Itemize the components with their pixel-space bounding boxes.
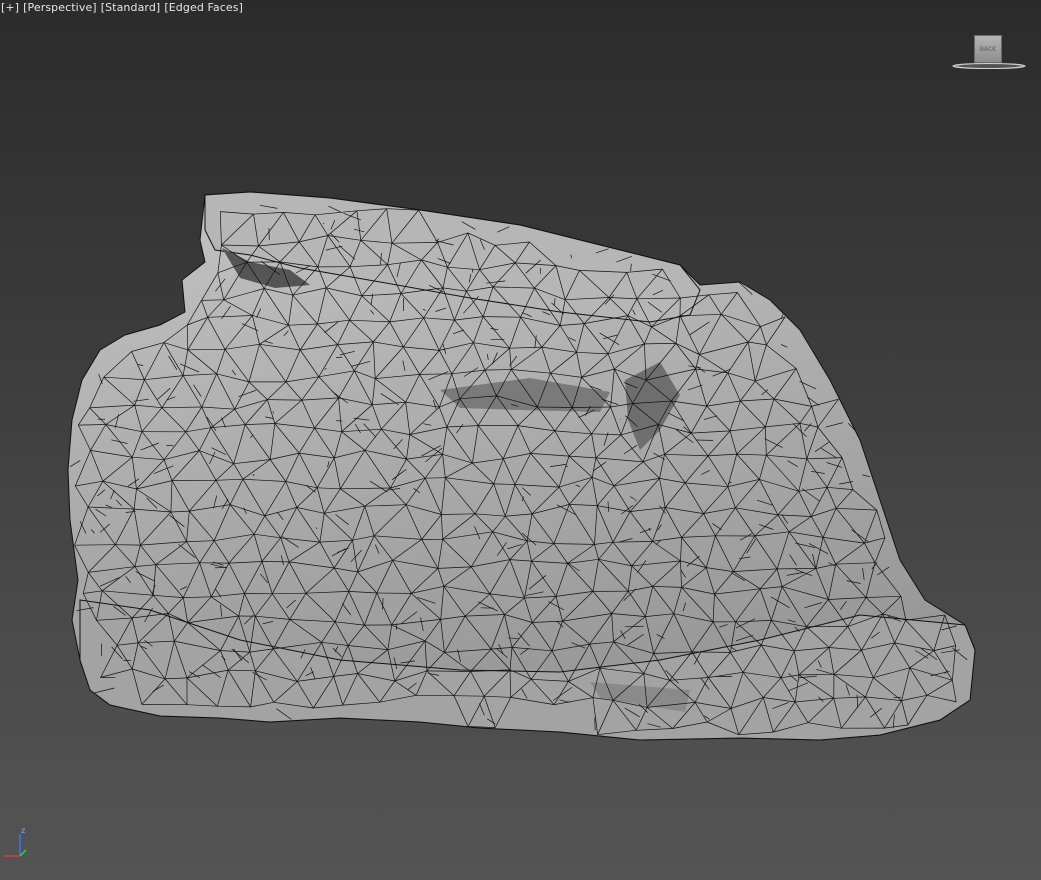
mesh-edge xyxy=(644,343,677,345)
rock-mesh-shapes xyxy=(67,191,976,741)
mesh-edge xyxy=(453,695,485,697)
mesh-edge xyxy=(572,406,611,408)
mesh-edge xyxy=(691,651,731,653)
rock-mesh[interactable] xyxy=(0,0,1041,880)
axis-tripod-icon: z xyxy=(4,826,27,857)
mesh-edge xyxy=(537,406,573,408)
axis-z-label: z xyxy=(21,826,25,835)
mesh-edge xyxy=(267,399,302,401)
mesh-edge xyxy=(425,477,446,479)
mesh-edge xyxy=(187,348,226,351)
mesh-edge xyxy=(74,544,116,546)
mesh-edge xyxy=(336,356,343,358)
3d-viewport[interactable]: [+] [Perspective] [Standard] [Edged Faces] … xyxy=(0,0,1041,880)
